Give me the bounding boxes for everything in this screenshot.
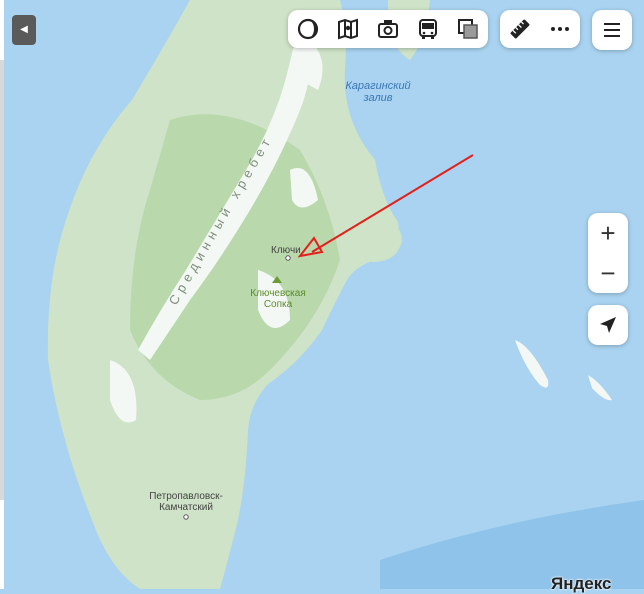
zoom-in-button[interactable]: +: [588, 213, 628, 253]
zoom-out-button[interactable]: −: [588, 253, 628, 293]
collapse-arrow-icon: ◀: [20, 24, 28, 35]
volcano-label-line2: Сопка: [264, 299, 293, 310]
volcano-label-line1: Ключевская: [250, 288, 305, 299]
menu-button[interactable]: [592, 10, 632, 50]
location-arrow-icon: [600, 317, 616, 333]
bus-icon: [419, 19, 437, 39]
overlay-squares-icon: [458, 19, 478, 39]
map-canvas[interactable]: Карагинский залив Срединный хребет Ключи…: [0, 0, 644, 589]
map-toolbar: [288, 10, 488, 48]
more-button[interactable]: [540, 10, 580, 48]
zoom-control: + −: [588, 213, 628, 293]
ruler-button[interactable]: [500, 10, 540, 48]
overlay-button[interactable]: [448, 10, 488, 48]
gulf-label-line2: залив: [362, 92, 392, 104]
hamburger-icon: [604, 23, 620, 37]
klyuchi-label: Ключи: [271, 245, 301, 256]
more-dots-icon: [551, 27, 569, 31]
collapse-panel-button[interactable]: ◀: [12, 15, 36, 45]
petropavlovsk-label-line1: Петропавловск-: [149, 491, 223, 502]
klyuchi-dot: [285, 255, 291, 261]
camera-icon: [378, 20, 398, 38]
petropavlovsk-dot: [183, 514, 189, 520]
tools-toolbar: [500, 10, 580, 48]
left-panel-scrollbar[interactable]: [0, 60, 4, 500]
transit-button[interactable]: [408, 10, 448, 48]
layers-circle-icon: [297, 18, 319, 40]
petropavlovsk-label-line2: Камчатский: [159, 502, 213, 513]
map-mode-icon: [338, 18, 358, 40]
geolocation-button[interactable]: [588, 305, 628, 345]
left-panel-edge: [0, 0, 4, 589]
yandex-logo[interactable]: Яндекс: [551, 574, 611, 594]
gulf-label-line1: Карагинский: [345, 80, 410, 92]
panorama-button[interactable]: [368, 10, 408, 48]
ruler-icon: [510, 19, 530, 39]
layers-button[interactable]: [288, 10, 328, 48]
map-mode-button[interactable]: [328, 10, 368, 48]
